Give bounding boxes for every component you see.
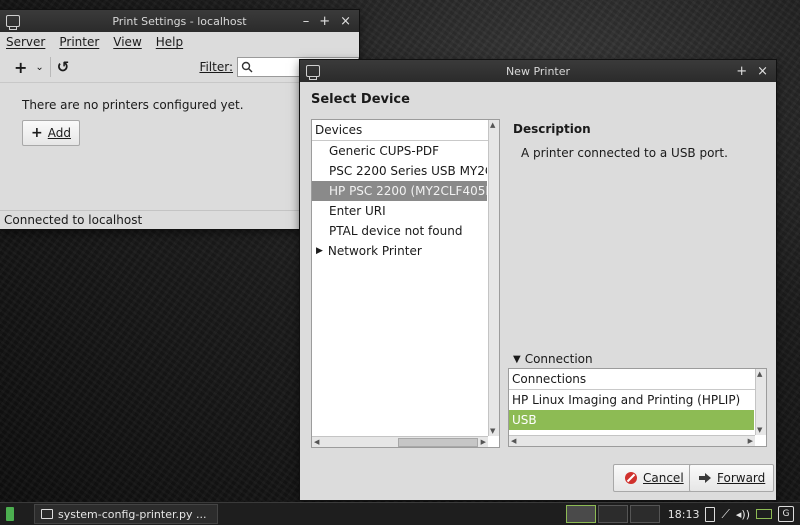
- device-item-label: Network Printer: [327, 244, 422, 258]
- workspace-2[interactable]: [597, 505, 628, 523]
- task-label: system-config-printer.py ...: [58, 507, 207, 521]
- new-printer-titlebar[interactable]: New Printer + ×: [300, 60, 776, 82]
- taskbar: system-config-printer.py ... 18:13 ⟋ ◂))…: [0, 502, 800, 525]
- connections-column-header[interactable]: Connections: [509, 369, 757, 390]
- cancel-button-label: Cancel: [643, 471, 684, 485]
- add-button[interactable]: + Add: [22, 120, 80, 146]
- empty-message: There are no printers configured yet.: [22, 98, 244, 112]
- add-button-label: Add: [47, 126, 71, 140]
- connection-item-label: USB: [512, 413, 537, 427]
- connections-horizontal-scrollbar[interactable]: ◀ ▶: [509, 435, 755, 446]
- menu-printer[interactable]: Printer: [59, 35, 99, 49]
- minimize-icon[interactable]: –: [303, 14, 310, 29]
- workspace-1[interactable]: [565, 505, 596, 523]
- close-icon[interactable]: ×: [340, 14, 351, 29]
- add-plus-icon[interactable]: +: [8, 58, 33, 77]
- menubar: Server Printer View Help: [0, 32, 359, 52]
- connection-expander-label: Connection: [524, 352, 593, 366]
- forward-arrow-icon: [699, 473, 711, 483]
- search-icon: [241, 61, 253, 73]
- menu-server[interactable]: Server: [6, 35, 45, 49]
- maximize-icon[interactable]: +: [736, 64, 747, 79]
- volume-icon[interactable]: ◂)): [736, 508, 750, 521]
- device-item-label: PTAL device not found: [329, 224, 463, 238]
- device-item[interactable]: Generic CUPS-PDF: [312, 141, 487, 161]
- app-menu-icon[interactable]: [6, 507, 14, 521]
- device-item-label: HP PSC 2200 (MY2CLF405P0G): [329, 184, 487, 198]
- print-settings-titlebar[interactable]: Print Settings - localhost – + ×: [0, 10, 359, 32]
- select-device-heading: Select Device: [311, 92, 410, 107]
- clock[interactable]: 18:13: [668, 508, 700, 521]
- window-icon: [6, 15, 20, 30]
- network-icon[interactable]: ⟋: [721, 507, 729, 522]
- devices-horizontal-scrollbar[interactable]: ◀ ▶: [312, 436, 488, 447]
- device-item[interactable]: Enter URI: [312, 201, 487, 221]
- devices-list[interactable]: Devices Generic CUPS-PDF PSC 2200 Series …: [311, 119, 500, 448]
- connections-vertical-scrollbar[interactable]: ▲ ▼: [755, 369, 766, 435]
- connection-item[interactable]: HP Linux Imaging and Printing (HPLIP): [509, 390, 754, 410]
- forward-button-label: Forward: [717, 471, 766, 485]
- forward-button[interactable]: Forward: [689, 464, 775, 492]
- maximize-icon[interactable]: +: [319, 14, 330, 29]
- description-text: A printer connected to a USB port.: [521, 146, 728, 160]
- close-icon[interactable]: ×: [757, 64, 768, 79]
- filter-label: Filter:: [199, 60, 233, 74]
- connection-item[interactable]: USB: [509, 410, 754, 430]
- battery-icon[interactable]: [756, 509, 772, 519]
- device-item-label: PSC 2200 Series USB MY2CLF405P0G HPLIP: [329, 164, 487, 178]
- chevron-down-icon[interactable]: ⌄: [35, 62, 43, 73]
- description-heading: Description: [513, 122, 591, 136]
- horizontal-scroll-thumb[interactable]: [398, 438, 478, 447]
- plus-icon: +: [31, 125, 43, 141]
- cancel-icon: [625, 472, 637, 484]
- connection-item-label: HP Linux Imaging and Printing (HPLIP): [512, 393, 741, 407]
- menu-view[interactable]: View: [113, 35, 141, 49]
- new-printer-window: New Printer + × Select Device Devices Ge…: [300, 60, 776, 500]
- expander-down-icon: ▼: [513, 353, 521, 365]
- menu-help[interactable]: Help: [156, 35, 183, 49]
- window-icon: [306, 65, 320, 80]
- status-text: Connected to localhost: [4, 213, 143, 227]
- refresh-icon[interactable]: ↺: [57, 58, 70, 76]
- device-item[interactable]: HP PSC 2200 (MY2CLF405P0G): [312, 181, 487, 201]
- printer-icon: [41, 509, 53, 519]
- devices-vertical-scrollbar[interactable]: ▲ ▼: [488, 120, 499, 436]
- workspace-3[interactable]: [629, 505, 660, 523]
- device-item-label: Enter URI: [329, 204, 386, 218]
- connections-list[interactable]: Connections HP Linux Imaging and Printin…: [508, 368, 767, 447]
- device-item[interactable]: PTAL device not found: [312, 221, 487, 241]
- clipboard-icon[interactable]: [705, 506, 716, 522]
- workspace-switcher[interactable]: [565, 505, 660, 523]
- device-item-label: Generic CUPS-PDF: [329, 144, 440, 158]
- toolbar-separator: [49, 57, 51, 77]
- dialog-title: New Printer: [505, 64, 571, 78]
- cancel-button[interactable]: Cancel: [613, 464, 695, 492]
- expander-right-icon[interactable]: ▶: [316, 246, 323, 256]
- device-item[interactable]: ▶ Network Printer: [312, 241, 487, 261]
- power-icon[interactable]: G: [778, 506, 794, 522]
- devices-column-header[interactable]: Devices: [312, 120, 490, 141]
- device-item[interactable]: PSC 2200 Series USB MY2CLF405P0G HPLIP: [312, 161, 487, 181]
- taskbar-task-print-settings[interactable]: system-config-printer.py ...: [34, 504, 218, 524]
- connection-expander[interactable]: ▼ Connection: [513, 352, 593, 366]
